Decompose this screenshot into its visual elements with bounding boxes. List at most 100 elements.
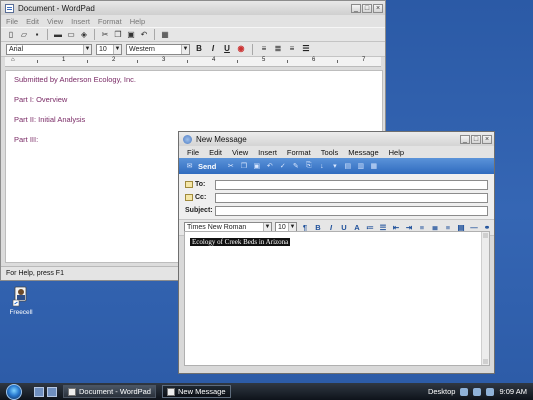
bold-icon[interactable]: B <box>194 44 204 54</box>
chevron-down-icon[interactable]: ▼ <box>83 44 91 54</box>
to-field[interactable] <box>215 179 488 190</box>
chevron-down-icon[interactable]: ▼ <box>113 44 121 54</box>
attach-icon[interactable]: ⎘ <box>304 162 313 171</box>
switch-windows-icon[interactable] <box>47 386 57 397</box>
start-button[interactable] <box>6 383 22 400</box>
underline-icon[interactable]: U <box>222 44 232 54</box>
menu-insert[interactable]: Insert <box>71 17 90 26</box>
encrypt-icon[interactable]: ▥ <box>356 162 365 171</box>
save-icon[interactable]: ▪ <box>32 30 42 40</box>
italic-icon[interactable]: I <box>208 44 218 54</box>
offline-icon[interactable]: ▦ <box>369 162 378 171</box>
menu-format[interactable]: Format <box>287 148 311 157</box>
date-time-icon[interactable]: ▦ <box>160 30 170 40</box>
check-names-icon[interactable]: ✓ <box>278 162 287 171</box>
show-desktop-icon[interactable] <box>34 386 44 397</box>
undo-icon[interactable]: ↶ <box>139 30 149 40</box>
align-right-icon[interactable]: ≡ <box>287 44 297 54</box>
wordpad-toolbar: ▯ ▱ ▪ ▬ ▭ ◈ ✂ ❐ ▣ ↶ ▦ <box>1 27 385 42</box>
menu-tools[interactable]: Tools <box>321 148 339 157</box>
security-icon[interactable] <box>486 387 495 396</box>
message-size-value: 10 <box>278 224 286 231</box>
message-body[interactable]: Ecology of Creek Beds in Arizona <box>184 231 490 366</box>
color-icon[interactable]: ◉ <box>236 44 246 54</box>
align-left-icon[interactable]: ≡ <box>259 44 269 54</box>
menu-view[interactable]: View <box>47 17 63 26</box>
ruler-tick <box>237 60 238 63</box>
bullets-icon[interactable]: ☰ <box>301 44 311 54</box>
send-icon: ✉ <box>186 163 193 170</box>
task-new-message-label: New Message <box>177 387 226 396</box>
freecell-icon <box>12 285 30 307</box>
minimize-button[interactable]: _ <box>460 134 470 144</box>
clock[interactable]: 9:09 AM <box>499 387 527 396</box>
task-wordpad[interactable]: Document - WordPad <box>63 385 156 398</box>
close-button[interactable]: × <box>373 3 383 13</box>
copy-icon[interactable]: ❐ <box>239 162 248 171</box>
print-preview-icon[interactable]: ▭ <box>66 30 76 40</box>
menu-file[interactable]: File <box>6 17 18 26</box>
priority-icon[interactable]: ↓ <box>317 162 326 171</box>
new-message-menubar: File Edit View Insert Format Tools Messa… <box>179 146 494 158</box>
copy-icon[interactable]: ❐ <box>113 30 123 40</box>
wordpad-format-bar: Arial ▼ 10 ▼ Western ▼ B I U ◉ ≡ ≣ ≡ ☰ <box>1 42 385 57</box>
cut-icon[interactable]: ✂ <box>100 30 110 40</box>
subject-field[interactable] <box>215 205 488 216</box>
maximize-button[interactable]: □ <box>471 134 481 144</box>
quick-launch <box>34 386 57 397</box>
mail-app-icon <box>183 134 192 144</box>
wordpad-title: Document - WordPad <box>18 3 95 13</box>
freecell-desktop-icon[interactable]: Freecell <box>6 285 36 316</box>
cc-field[interactable] <box>215 192 488 203</box>
menu-insert[interactable]: Insert <box>258 148 277 157</box>
find-icon[interactable]: ◈ <box>79 30 89 40</box>
open-folder-icon[interactable]: ▱ <box>19 30 29 40</box>
toolbar-separator <box>47 29 48 40</box>
menu-help[interactable]: Help <box>389 148 404 157</box>
spelling-icon[interactable]: ✎ <box>291 162 300 171</box>
font-select[interactable]: Arial ▼ <box>6 43 92 55</box>
wordpad-titlebar[interactable]: Document - WordPad _ □ × <box>1 1 385 15</box>
ruler-number: 3 <box>162 57 166 63</box>
ruler-number: 2 <box>112 57 116 63</box>
sign-icon[interactable]: ▤ <box>343 162 352 171</box>
print-icon[interactable]: ▬ <box>53 30 63 40</box>
undo-icon[interactable]: ↶ <box>265 162 274 171</box>
close-button[interactable]: × <box>482 134 492 144</box>
address-book-icon[interactable] <box>185 181 193 188</box>
volume-icon[interactable] <box>473 387 482 396</box>
wordpad-app-icon <box>5 3 14 13</box>
menu-view[interactable]: View <box>232 148 248 157</box>
font-select-value: Arial <box>9 45 24 53</box>
send-button[interactable]: Send <box>198 162 216 171</box>
size-select[interactable]: 10 ▼ <box>96 43 122 55</box>
network-icon[interactable] <box>460 387 469 396</box>
script-select-value: Western <box>129 45 155 53</box>
menu-edit[interactable]: Edit <box>209 148 222 157</box>
paste-icon[interactable]: ▣ <box>126 30 136 40</box>
new-message-titlebar[interactable]: New Message _ □ × <box>179 132 494 146</box>
chevron-down-icon[interactable]: ▼ <box>181 44 189 54</box>
maximize-button[interactable]: □ <box>362 3 372 13</box>
menu-format[interactable]: Format <box>98 17 122 26</box>
minimize-button[interactable]: _ <box>351 3 361 13</box>
toolbar-separator <box>252 43 253 55</box>
address-book-icon[interactable] <box>185 194 193 201</box>
task-new-message[interactable]: New Message <box>161 385 231 398</box>
body-scrollbar[interactable] <box>481 232 489 365</box>
chevron-down-icon[interactable]: ▾ <box>330 162 339 171</box>
paste-icon[interactable]: ▣ <box>252 162 261 171</box>
menu-help[interactable]: Help <box>130 17 145 26</box>
ruler-marker-icon[interactable]: ⌂ <box>11 57 15 63</box>
desktop-toolbar-label[interactable]: Desktop <box>428 387 456 396</box>
script-select[interactable]: Western ▼ <box>126 43 190 55</box>
system-tray: Desktop 9:09 AM <box>428 387 533 396</box>
menu-edit[interactable]: Edit <box>26 17 39 26</box>
cut-icon[interactable]: ✂ <box>226 162 235 171</box>
toolbar-separator <box>94 29 95 40</box>
menu-file[interactable]: File <box>187 148 199 157</box>
align-center-icon[interactable]: ≣ <box>273 44 283 54</box>
ruler[interactable]: ⌂ 1 2 3 4 5 6 7 <box>5 57 381 67</box>
menu-message[interactable]: Message <box>348 148 378 157</box>
new-document-icon[interactable]: ▯ <box>6 30 16 40</box>
